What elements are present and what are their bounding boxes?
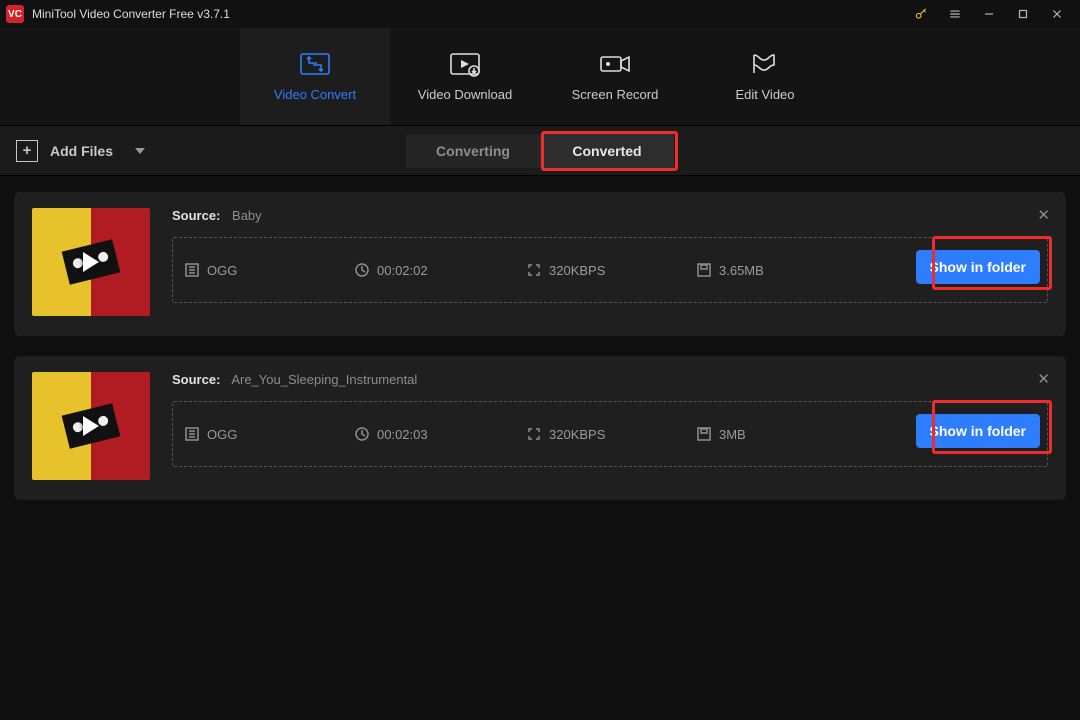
thumbnail[interactable]: [32, 208, 150, 316]
format-icon: [185, 263, 199, 277]
source-value: Baby: [232, 208, 262, 223]
source-label: Source:: [172, 372, 220, 387]
chevron-down-icon: [135, 148, 145, 154]
meta-format: OGG: [185, 427, 355, 442]
tab-converting[interactable]: Converting: [406, 134, 540, 168]
format-icon: [185, 427, 199, 441]
show-in-folder-button[interactable]: Show in folder: [916, 250, 1040, 284]
nav-label: Video Download: [418, 87, 512, 102]
nav-label: Screen Record: [572, 87, 659, 102]
meta-bitrate: 320KBPS: [527, 263, 697, 278]
close-icon[interactable]: [1040, 0, 1074, 28]
source-line: Source: Baby: [172, 208, 1048, 223]
app-logo: VC: [6, 5, 24, 23]
remove-item-icon[interactable]: ✕: [1037, 206, 1050, 224]
tab-converted[interactable]: Converted: [540, 134, 674, 168]
remove-item-icon[interactable]: ✕: [1037, 370, 1050, 388]
source-label: Source:: [172, 208, 220, 223]
expand-icon: [527, 427, 541, 441]
play-icon: [83, 416, 99, 436]
converted-item: Source: Are_You_Sleeping_Instrumental OG…: [14, 356, 1066, 500]
meta-duration: 00:02:03: [355, 427, 527, 442]
nav-video-download[interactable]: Video Download: [390, 28, 540, 125]
nav-label: Video Convert: [274, 87, 356, 102]
nav-label: Edit Video: [735, 87, 794, 102]
clock-icon: [355, 427, 369, 441]
hamburger-menu-icon[interactable]: [938, 0, 972, 28]
add-files-button[interactable]: Add Files: [16, 140, 145, 162]
meta-bitrate: 320KBPS: [527, 427, 697, 442]
converted-list: Source: Baby OGG 00:02:02 320KBPS: [0, 176, 1080, 516]
nav-video-convert[interactable]: Video Convert: [240, 28, 390, 125]
meta-size: 3.65MB: [697, 263, 847, 278]
convert-icon: [298, 51, 332, 77]
thumbnail[interactable]: [32, 372, 150, 480]
expand-icon: [527, 263, 541, 277]
license-key-icon[interactable]: [904, 0, 938, 28]
clock-icon: [355, 263, 369, 277]
minimize-icon[interactable]: [972, 0, 1006, 28]
disk-icon: [697, 427, 711, 441]
meta-size: 3MB: [697, 427, 847, 442]
edit-icon: [748, 51, 782, 77]
source-line: Source: Are_You_Sleeping_Instrumental: [172, 372, 1048, 387]
record-icon: [598, 51, 632, 77]
main-nav: Video Convert Video Download Screen Reco…: [0, 28, 1080, 126]
meta-duration: 00:02:02: [355, 263, 527, 278]
nav-screen-record[interactable]: Screen Record: [540, 28, 690, 125]
add-files-label: Add Files: [50, 143, 113, 159]
maximize-icon[interactable]: [1006, 0, 1040, 28]
disk-icon: [697, 263, 711, 277]
plus-icon: [16, 140, 38, 162]
meta-format: OGG: [185, 263, 355, 278]
conversion-status-tabs: Converting Converted: [406, 134, 674, 168]
source-value: Are_You_Sleeping_Instrumental: [231, 372, 417, 387]
nav-edit-video[interactable]: Edit Video: [690, 28, 840, 125]
titlebar: VC MiniTool Video Converter Free v3.7.1: [0, 0, 1080, 28]
converted-item: Source: Baby OGG 00:02:02 320KBPS: [14, 192, 1066, 336]
show-in-folder-button[interactable]: Show in folder: [916, 414, 1040, 448]
download-icon: [448, 51, 482, 77]
files-toolbar: Add Files Converting Converted: [0, 126, 1080, 176]
play-icon: [83, 252, 99, 272]
window-title: MiniTool Video Converter Free v3.7.1: [32, 7, 230, 21]
